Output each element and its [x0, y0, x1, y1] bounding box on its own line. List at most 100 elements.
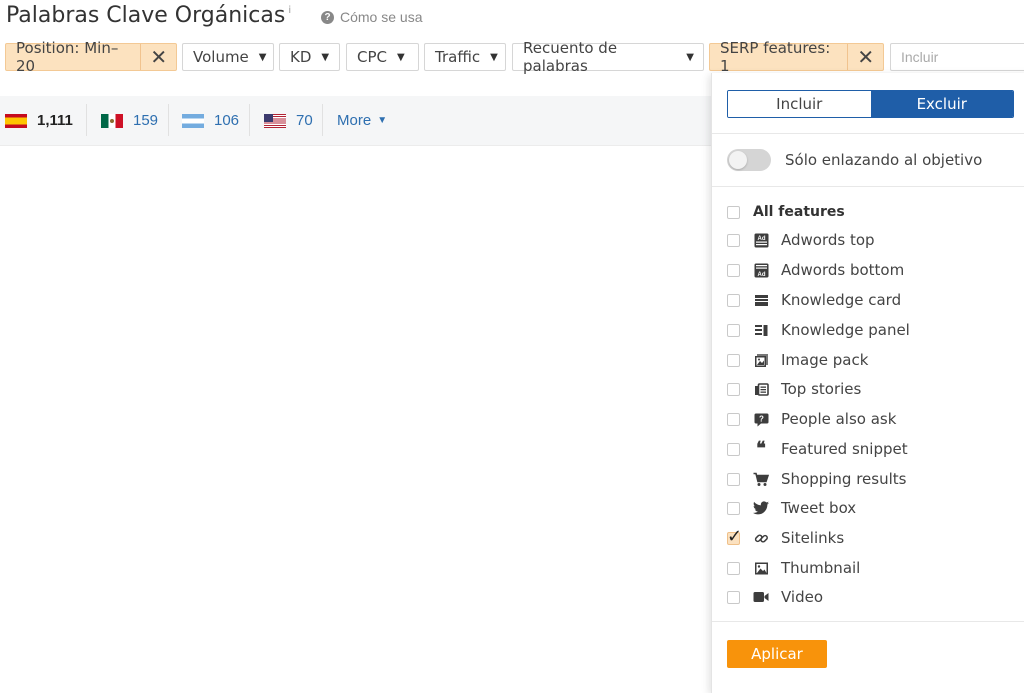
quote-icon: ❝: [756, 438, 766, 459]
feature-checkbox[interactable]: [727, 501, 740, 515]
country-count: 70: [296, 112, 313, 129]
serp-features-label: SERP features: 1: [720, 39, 831, 75]
serp-filter-clear-icon[interactable]: ✕: [847, 44, 883, 70]
feature-label: People also ask: [781, 410, 897, 428]
kd-label: KD: [290, 48, 312, 66]
chevron-down-icon: ▼: [397, 51, 405, 63]
how-to-link[interactable]: ? Cómo se usa: [321, 9, 422, 25]
mexico-flag-icon: [101, 113, 123, 128]
page-title-text: Palabras Clave Orgánicas: [6, 3, 286, 28]
all-features-label: All features: [753, 204, 845, 220]
feature-video[interactable]: Video: [727, 587, 823, 607]
linking-target-row: Sólo enlazando al objetivo: [727, 149, 982, 171]
serp-features-panel: Incluir Excluir Sólo enlazando al objeti…: [711, 73, 1024, 693]
feature-sitelinks[interactable]: Sitelinks: [727, 526, 845, 548]
feature-knowledge-card[interactable]: Knowledge card: [727, 290, 901, 310]
chevron-down-icon: ▼: [686, 51, 694, 63]
link-icon: [753, 530, 769, 546]
knowledge-panel-icon: [753, 322, 769, 338]
people-also-ask-icon: ?: [753, 411, 769, 427]
position-filter-clear-icon[interactable]: ✕: [140, 44, 176, 70]
feature-checkbox[interactable]: [727, 590, 740, 604]
volume-label: Volume: [193, 48, 249, 66]
ad-bottom-icon: Ad: [753, 262, 769, 278]
country-argentina[interactable]: 106: [182, 112, 239, 129]
argentina-flag-icon: [182, 113, 204, 128]
word-count-dropdown[interactable]: Recuento de palabras ▼: [512, 39, 704, 75]
include-tab[interactable]: Incluir: [728, 91, 871, 117]
ad-top-icon: Ad: [753, 232, 769, 248]
more-label: More: [337, 112, 372, 129]
cpc-label: CPC: [357, 48, 387, 66]
feature-checkbox[interactable]: [727, 442, 740, 456]
feature-adwords-bottom[interactable]: Ad Adwords bottom: [727, 260, 904, 280]
how-to-text: Cómo se usa: [340, 9, 423, 25]
feature-checkbox[interactable]: [727, 233, 740, 247]
apply-button[interactable]: Aplicar: [727, 640, 827, 668]
feature-adwords-top[interactable]: Ad Adwords top: [727, 230, 875, 250]
cart-icon: [753, 471, 769, 487]
top-stories-icon: [753, 381, 769, 397]
feature-label: Top stories: [781, 380, 862, 398]
cpc-dropdown[interactable]: CPC ▼: [346, 43, 419, 71]
feature-label: Featured snippet: [781, 440, 908, 458]
feature-label: Knowledge panel: [781, 321, 910, 339]
include-exclude-toggle: Incluir Excluir: [727, 90, 1014, 118]
all-features-checkbox[interactable]: [727, 205, 740, 219]
feature-checkbox[interactable]: [727, 323, 740, 337]
feature-tweet-box[interactable]: Tweet box: [727, 498, 856, 518]
feature-featured-snippet[interactable]: ❝ Featured snippet: [727, 439, 908, 459]
feature-checkbox[interactable]: [727, 412, 740, 426]
title-info-marker[interactable]: i: [288, 5, 291, 16]
feature-label: Sitelinks: [781, 529, 845, 547]
volume-dropdown[interactable]: Volume ▼: [182, 43, 274, 71]
word-count-label: Recuento de palabras: [523, 39, 618, 75]
feature-label: Thumbnail: [781, 559, 861, 577]
feature-label: Image pack: [781, 351, 869, 369]
country-mexico[interactable]: 159: [101, 112, 158, 129]
feature-knowledge-panel[interactable]: Knowledge panel: [727, 320, 910, 340]
feature-checkbox[interactable]: [727, 561, 740, 575]
chevron-down-icon: ▼: [321, 51, 330, 63]
more-countries-button[interactable]: More ▼: [337, 112, 387, 129]
chevron-down-icon: ▼: [258, 51, 267, 63]
question-circle-icon: ?: [321, 10, 334, 24]
feature-label: Adwords bottom: [781, 261, 905, 279]
feature-label: Knowledge card: [781, 291, 902, 309]
serp-features-filter[interactable]: SERP features: 1 ✕: [709, 39, 884, 75]
feature-checkbox[interactable]: [727, 293, 740, 307]
exclude-tab[interactable]: Excluir: [870, 91, 1013, 117]
feature-checkbox-checked[interactable]: [727, 526, 742, 547]
knowledge-card-icon: [753, 292, 769, 308]
feature-shopping-results[interactable]: Shopping results: [727, 469, 906, 489]
feature-thumbnail[interactable]: Thumbnail: [727, 558, 860, 578]
svg-text:Ad: Ad: [757, 236, 765, 242]
traffic-dropdown[interactable]: Traffic ▼: [424, 43, 506, 71]
image-pack-icon: [753, 352, 769, 368]
position-filter[interactable]: Position: Min–20 ✕: [5, 39, 177, 75]
traffic-label: Traffic: [435, 48, 481, 66]
country-usa[interactable]: 70: [264, 112, 313, 129]
country-count: 159: [133, 112, 159, 129]
include-keyword-input[interactable]: [890, 43, 1024, 71]
feature-people-also-ask[interactable]: ? People also ask: [727, 409, 896, 429]
feature-label: Adwords top: [781, 231, 875, 249]
country-spain[interactable]: 1,111: [5, 112, 73, 129]
feature-checkbox[interactable]: [727, 472, 740, 486]
feature-checkbox[interactable]: [727, 263, 740, 277]
all-features-option[interactable]: All features: [727, 202, 845, 222]
feature-image-pack[interactable]: Image pack: [727, 350, 868, 370]
spain-flag-icon: [5, 113, 27, 128]
kd-dropdown[interactable]: KD ▼: [279, 43, 340, 71]
linking-target-switch[interactable]: [727, 149, 771, 171]
usa-flag-icon: [264, 113, 286, 128]
country-count: 1,111: [37, 112, 73, 129]
svg-text:?: ?: [759, 414, 764, 423]
chevron-down-icon: ▼: [490, 51, 498, 63]
feature-checkbox[interactable]: [727, 353, 740, 367]
feature-checkbox[interactable]: [727, 382, 740, 396]
feature-top-stories[interactable]: Top stories: [727, 379, 861, 399]
page-title: Palabras Clave Orgánicas i: [6, 3, 291, 28]
chevron-down-icon: ▼: [377, 115, 388, 126]
position-filter-label: Position: Min–20: [16, 39, 119, 75]
